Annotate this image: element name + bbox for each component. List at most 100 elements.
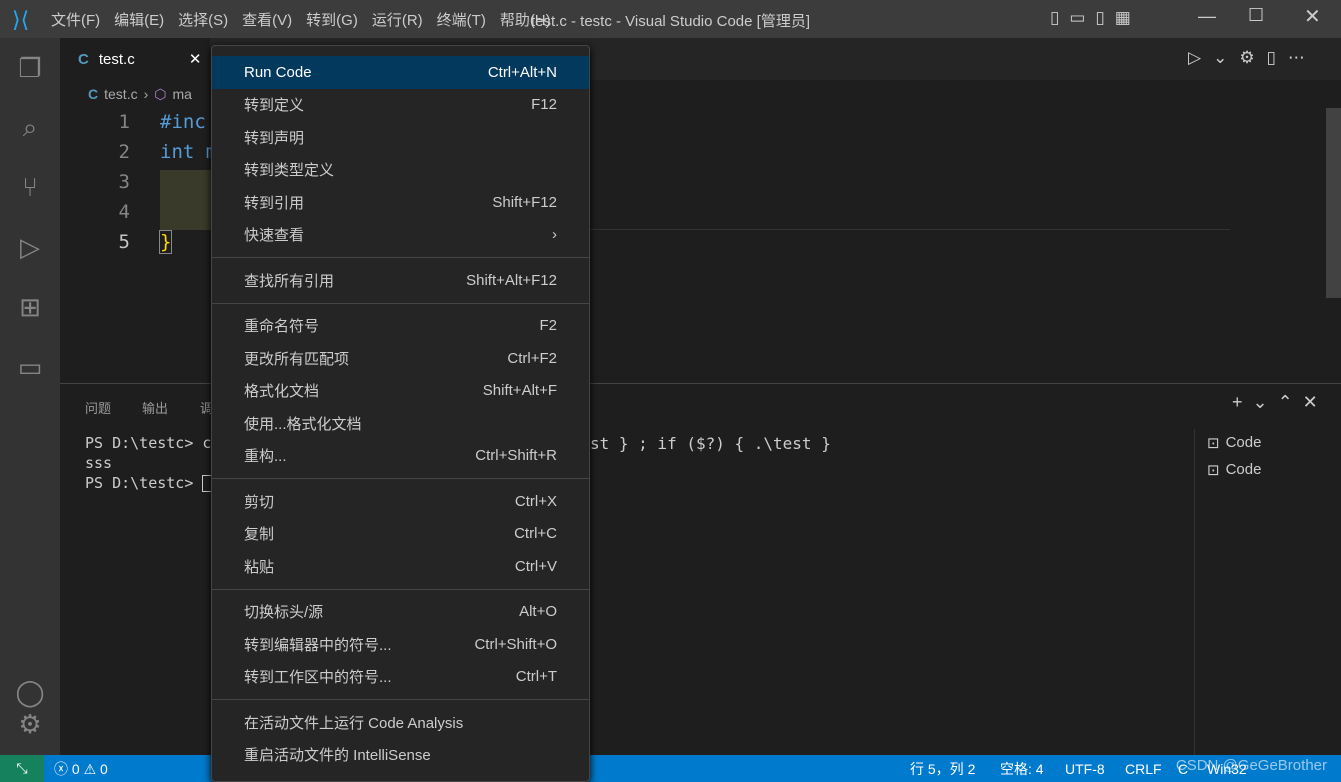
terminal-line[interactable]: PS D:\testc> c xyxy=(85,434,211,452)
context-menu-item[interactable]: 切换标头/源 Alt+O xyxy=(212,596,589,629)
account-icon[interactable]: ◯ xyxy=(14,676,46,708)
menu-item-shortcut: Shift+F12 xyxy=(492,193,557,211)
tab-output[interactable]: 输出 xyxy=(142,398,168,417)
source-control-icon[interactable]: ⑂ xyxy=(14,171,46,203)
context-menu-item[interactable]: 格式化文档 Shift+Alt+F xyxy=(212,375,589,408)
line-number: 5 xyxy=(118,231,130,253)
menu-separator xyxy=(212,257,589,258)
context-menu-item[interactable]: 剪切 Ctrl+X xyxy=(212,485,589,518)
context-menu-item[interactable]: 转到引用 Shift+F12 xyxy=(212,186,589,219)
terminal-command-tail[interactable]: st } ; if ($?) { .\test } xyxy=(590,434,831,453)
menu-item-label: 切换标头/源 xyxy=(244,604,324,622)
terminal-item[interactable]: ⊡ Code xyxy=(1195,429,1341,456)
extensions-icon[interactable]: ⊞ xyxy=(14,291,46,323)
terminal-list: ⊡ Code ⊡ Code xyxy=(1194,429,1341,756)
context-menu-item[interactable]: 查找所有引用 Shift+Alt+F12 xyxy=(212,264,589,297)
context-menu-item[interactable]: 更改所有匹配项 Ctrl+F2 xyxy=(212,342,589,375)
menu-item-shortcut: Ctrl+F2 xyxy=(507,349,557,367)
menu-item-label: 格式化文档 xyxy=(244,383,320,401)
menu-item-label: 剪切 xyxy=(244,493,275,511)
context-menu-item[interactable]: 转到编辑器中的符号... Ctrl+Shift+O xyxy=(212,628,589,661)
menu-6[interactable]: 终端(T) xyxy=(430,9,493,30)
menu-item-shortcut: Shift+Alt+F12 xyxy=(466,271,557,289)
menu-item-shortcut: Ctrl+X xyxy=(514,492,557,510)
editor-scrollbar[interactable] xyxy=(1326,108,1341,298)
close-button[interactable]: ✕ xyxy=(1304,4,1321,29)
context-menu-item[interactable]: 复制 Ctrl+C xyxy=(212,518,589,551)
close-tab-icon[interactable]: ✕ xyxy=(189,50,202,68)
terminal-icon: ⊡ xyxy=(1207,461,1220,479)
tab-problems[interactable]: 问题 xyxy=(85,398,111,417)
menu-item-shortcut: Ctrl+T xyxy=(515,668,557,686)
menu-item-label: 在活动文件上运行 Code Analysis xyxy=(244,714,464,732)
menu-5[interactable]: 运行(R) xyxy=(365,9,430,30)
code-line[interactable]: } xyxy=(158,230,173,254)
context-menu-item[interactable]: 使用...格式化文档 xyxy=(212,407,589,440)
menu-2[interactable]: 选择(S) xyxy=(171,9,235,30)
menu-0[interactable]: 文件(F) xyxy=(44,9,107,30)
menu-item-label: 转到声明 xyxy=(244,129,305,147)
menu-1[interactable]: 编辑(E) xyxy=(107,9,171,30)
menu-item-label: 使用...格式化文档 xyxy=(244,415,362,433)
menu-item-shortcut: › xyxy=(552,226,557,244)
layout-toggle-icons[interactable]: ▯▭▯▦ xyxy=(1050,8,1141,28)
menu-item-label: 粘贴 xyxy=(244,558,275,576)
activity-bar: ❐ ⌕ ⑂ ▷ ⊞ ▭ ◯ ⚙ xyxy=(0,38,60,755)
code-line[interactable]: int m xyxy=(160,141,217,163)
context-menu-item[interactable]: 转到声明 xyxy=(212,121,589,154)
menu-separator xyxy=(212,478,589,479)
menu-item-shortcut: Ctrl+Shift+R xyxy=(475,447,557,465)
terminal-line[interactable]: sss xyxy=(85,454,112,472)
context-menu-item[interactable]: 转到类型定义 xyxy=(212,154,589,187)
search-icon[interactable]: ⌕ xyxy=(14,111,46,143)
menu-item-label: 更改所有匹配项 xyxy=(244,350,350,368)
line-number: 1 xyxy=(118,111,130,133)
eol[interactable]: CRLF xyxy=(1125,761,1162,777)
settings-gear-icon[interactable]: ⚙ xyxy=(14,708,46,740)
line-number: 3 xyxy=(118,171,130,193)
menu-3[interactable]: 查看(V) xyxy=(235,9,299,30)
context-menu-item[interactable]: 转到定义 F12 xyxy=(212,89,589,122)
menu-4[interactable]: 转到(G) xyxy=(299,9,365,30)
remote-indicator-icon[interactable]: ⤡ xyxy=(0,755,44,782)
explorer-icon[interactable]: ❐ xyxy=(14,52,46,84)
context-menu-item[interactable]: Run Code Ctrl+Alt+N xyxy=(212,56,589,89)
context-menu-item[interactable]: 重命名符号 F2 xyxy=(212,310,589,343)
symbol-icon: ⬡ xyxy=(154,85,167,102)
minimize-button[interactable]: — xyxy=(1198,6,1216,27)
context-menu-item[interactable]: 重启活动文件的 IntelliSense xyxy=(212,739,589,772)
context-menu-item[interactable]: 转到工作区中的符号... Ctrl+T xyxy=(212,661,589,694)
context-menu-item[interactable]: 快速查看 › xyxy=(212,219,589,252)
panel-actions[interactable]: +⌄⌃✕ xyxy=(1232,392,1328,413)
vscode-logo-icon: ⟩⟨ xyxy=(12,7,30,32)
run-debug-icon[interactable]: ▷ xyxy=(14,231,46,263)
maximize-button[interactable]: ☐ xyxy=(1248,5,1264,26)
menu-7[interactable]: 帮助(H) xyxy=(493,9,558,30)
encoding[interactable]: UTF-8 xyxy=(1065,761,1105,777)
menu-separator xyxy=(212,588,589,590)
code-line[interactable]: #inc xyxy=(160,111,206,133)
menu-item-label: 转到类型定义 xyxy=(244,162,335,180)
menu-item-shortcut: Ctrl+C xyxy=(514,525,557,543)
context-menu-item[interactable]: 在活动文件上运行 Code Analysis xyxy=(212,706,589,739)
line-highlight xyxy=(160,170,212,230)
tab-test-c[interactable]: Ctest.c ✕ xyxy=(60,38,210,80)
menu-separator xyxy=(212,302,589,304)
context-menu-item[interactable]: 粘贴 Ctrl+V xyxy=(212,550,589,583)
terminal-item[interactable]: ⊡ Code xyxy=(1195,456,1341,483)
c-file-icon: C xyxy=(78,50,89,68)
menu-item-shortcut: Alt+O xyxy=(519,603,557,621)
menu-item-shortcut: Ctrl+V xyxy=(514,557,557,575)
cursor-position[interactable]: 行 5，列 2 xyxy=(910,759,975,779)
terminal-line[interactable]: PS D:\testc> xyxy=(85,474,213,492)
menu-item-label: 转到引用 xyxy=(244,194,305,212)
title-bar: ⟩⟨ 文件(F) 编辑(E) 选择(S) 查看(V) 转到(G) 运行(R) 终端(T) 帮助… xyxy=(0,0,1341,38)
context-menu-item[interactable]: 重构... Ctrl+Shift+R xyxy=(212,440,589,473)
remote-explorer-icon[interactable]: ▭ xyxy=(14,351,46,383)
menu-item-label: 复制 xyxy=(244,526,275,544)
problems-indicator[interactable]: ⓧ 0 ⚠ 0 xyxy=(54,759,108,779)
menu-item-label: 快速查看 xyxy=(244,227,305,245)
menu-item-label: 转到编辑器中的符号... xyxy=(244,636,392,654)
indentation[interactable]: 空格: 4 xyxy=(1000,759,1044,779)
editor-actions[interactable]: ▷⌄⚙▯⋯ xyxy=(1188,48,1317,68)
